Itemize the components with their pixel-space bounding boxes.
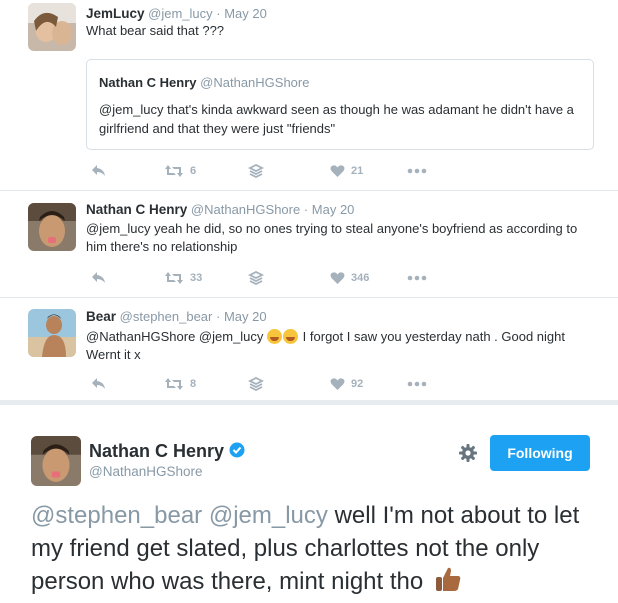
stack-icon xyxy=(248,270,264,286)
heart-icon xyxy=(330,378,345,390)
retweet-icon xyxy=(165,272,183,284)
retweet-count: 33 xyxy=(190,272,203,284)
quoted-author-name: Nathan C Henry xyxy=(99,75,197,90)
reply-icon xyxy=(92,272,105,283)
gear-icon xyxy=(459,444,477,462)
main-author-handle[interactable]: @NathanHGShore xyxy=(89,464,203,479)
stack-button[interactable] xyxy=(248,268,264,288)
retweet-icon xyxy=(165,165,183,177)
more-button[interactable] xyxy=(407,268,427,288)
retweet-button[interactable]: 8 xyxy=(164,374,196,394)
retweet-count: 6 xyxy=(190,165,197,177)
like-count: 21 xyxy=(351,165,364,177)
thumbs-up-emoji xyxy=(435,567,461,591)
tweet-body: yeah he did, so no ones trying to steal … xyxy=(86,221,578,254)
stack-button[interactable] xyxy=(248,374,264,394)
mention-link[interactable]: @jem_lucy xyxy=(86,221,151,236)
main-author-row: Nathan C Henry xyxy=(89,441,245,462)
more-button[interactable] xyxy=(407,374,427,394)
tweet-date[interactable]: · May 20 xyxy=(304,202,355,217)
tears-of-joy-emoji xyxy=(283,329,299,344)
following-button[interactable]: Following xyxy=(490,435,590,471)
tears-of-joy-emoji xyxy=(267,329,283,344)
tweet-date[interactable]: · May 20 xyxy=(216,309,267,324)
mention-links[interactable]: @NathanHGShore @jem_lucy xyxy=(86,329,263,344)
quoted-header: Nathan C Henry @NathanHGShore xyxy=(99,75,309,90)
reply-button[interactable] xyxy=(91,161,107,181)
like-button[interactable]: 346 xyxy=(330,268,369,288)
tweet-date[interactable]: · May 20 xyxy=(216,6,267,21)
tweet-header: Bear @stephen_bear · May 20 xyxy=(86,309,267,324)
verified-icon xyxy=(229,442,245,458)
mention-stephen-bear[interactable]: @stephen_bear xyxy=(31,502,202,529)
more-icon xyxy=(407,168,427,174)
tweet-actions: 8 92 xyxy=(86,374,446,394)
tweet-nathan[interactable]: Nathan C Henry @NathanHGShore · May 20 @… xyxy=(0,191,618,298)
more-icon xyxy=(407,381,427,387)
like-button[interactable]: 21 xyxy=(330,161,363,181)
tweet-text: @jem_lucy yeah he did, so no ones trying… xyxy=(86,220,586,256)
author-handle[interactable]: @stephen_bear xyxy=(120,309,213,324)
stack-icon xyxy=(248,376,264,392)
like-count: 346 xyxy=(351,272,370,284)
tweet-text: @NathanHGShore @jem_lucy I forgot I saw … xyxy=(86,328,596,364)
retweet-icon xyxy=(165,378,183,390)
author-handle[interactable]: @NathanHGShore xyxy=(191,202,300,217)
author-name[interactable]: JemLucy xyxy=(86,6,145,21)
tweet-actions: 33 346 xyxy=(86,268,446,288)
tweet-bear[interactable]: Bear @stephen_bear · May 20 @NathanHGSho… xyxy=(0,298,618,400)
quoted-author-handle: @NathanHGShore xyxy=(200,75,310,90)
author-name[interactable]: Bear xyxy=(86,309,116,324)
avatar-bear[interactable] xyxy=(28,309,76,357)
tweet-text: What bear said that ??? xyxy=(86,23,225,38)
retweet-button[interactable]: 6 xyxy=(164,161,196,181)
quoted-tweet[interactable]: Nathan C Henry @NathanHGShore @jem_lucy … xyxy=(86,59,594,150)
author-name[interactable]: Nathan C Henry xyxy=(86,202,187,217)
heart-icon xyxy=(330,165,345,177)
avatar-main-nathan[interactable] xyxy=(31,436,81,486)
heart-icon xyxy=(330,272,345,284)
more-button[interactable] xyxy=(407,161,427,181)
mention-jem-lucy[interactable]: @jem_lucy xyxy=(209,502,328,529)
retweet-count: 8 xyxy=(190,378,197,390)
reply-icon xyxy=(92,378,105,389)
stack-button[interactable] xyxy=(248,161,264,181)
main-author-name[interactable]: Nathan C Henry xyxy=(89,441,224,461)
retweet-button[interactable]: 33 xyxy=(164,268,202,288)
like-count: 92 xyxy=(351,378,364,390)
more-icon xyxy=(407,275,427,281)
main-tweet-text: @stephen_bear @jem_lucy well I'm not abo… xyxy=(31,499,601,598)
quoted-text: @jem_lucy that's kinda awkward seen as t… xyxy=(99,102,574,136)
tweet-jemlucy[interactable]: JemLucy @jem_lucy · May 20 What bear sai… xyxy=(0,0,618,191)
gear-button[interactable] xyxy=(458,443,478,468)
author-handle[interactable]: @jem_lucy xyxy=(148,6,213,21)
reply-button[interactable] xyxy=(91,268,107,288)
reply-icon xyxy=(92,165,105,176)
reply-button[interactable] xyxy=(91,374,107,394)
stack-icon xyxy=(248,163,264,179)
avatar-jemlucy[interactable] xyxy=(28,3,76,51)
like-button[interactable]: 92 xyxy=(330,374,363,394)
tweet-header: Nathan C Henry @NathanHGShore · May 20 xyxy=(86,202,354,217)
avatar-nathan[interactable] xyxy=(28,203,76,251)
tweet-actions: 6 21 xyxy=(86,161,446,181)
tweet-header: JemLucy @jem_lucy · May 20 xyxy=(86,6,267,21)
